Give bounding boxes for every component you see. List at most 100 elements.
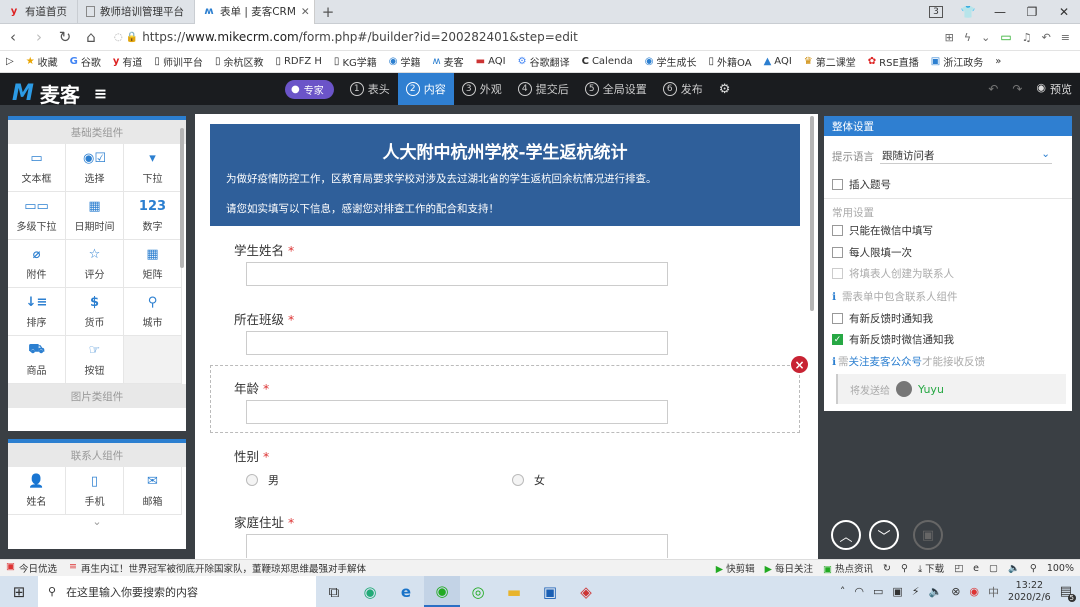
download-item[interactable]: ⤓ 下载 — [918, 561, 944, 575]
url-field[interactable]: ◌ 🔒 https://www.mikecrm.com/form.php#/bu… — [114, 30, 945, 44]
move-up-icon[interactable]: ︿ — [831, 520, 861, 550]
wechat-icon[interactable]: ◎ — [460, 576, 496, 607]
checkbox[interactable] — [832, 313, 843, 324]
text-input[interactable] — [246, 400, 668, 424]
zoom-icon[interactable]: ⚲ — [1030, 563, 1037, 574]
tab-count-badge[interactable]: 3 — [920, 0, 952, 24]
grid-icon[interactable]: ⊞ — [945, 31, 954, 44]
zoom-level[interactable]: 100% — [1047, 563, 1074, 574]
chevron-down-icon[interactable]: ⌄ — [8, 515, 186, 528]
step-after-submit[interactable]: 4 提交后 — [510, 73, 577, 105]
bookmark-item[interactable]: C Calenda — [576, 51, 639, 73]
component-basic-8[interactable]: ▦ 矩阵 — [124, 240, 182, 288]
component-basic-5[interactable]: 123 数字 — [124, 192, 182, 240]
scrollbar[interactable] — [810, 116, 814, 311]
insert-number-option[interactable]: 插入题号 — [832, 177, 891, 192]
component-contact-0[interactable]: 👤 姓名 — [8, 467, 66, 515]
reload-icon[interactable]: ↻ — [52, 24, 78, 51]
menu-icon[interactable]: ≡ — [1061, 31, 1070, 44]
bookmark-item[interactable]: ▲ AQI — [758, 51, 798, 73]
component-basic-6[interactable]: ⌀ 附件 — [8, 240, 66, 288]
daily-follow-item[interactable]: ▶ 每日关注 — [765, 561, 813, 575]
component-basic-12[interactable]: ⛟ 商品 — [8, 336, 66, 384]
app-icon[interactable]: ◈ — [568, 576, 604, 607]
quick-edit-item[interactable]: ▶ 快剪辑 — [716, 561, 755, 575]
window-icon[interactable]: ▢ — [989, 563, 998, 574]
text-input[interactable] — [246, 534, 668, 558]
notification-icon[interactable]: ▤ 5 — [1060, 584, 1076, 602]
radio-option-male[interactable]: 男 — [246, 472, 279, 488]
component-basic-10[interactable]: $ 货币 — [66, 288, 124, 336]
new-tab-button[interactable]: + — [315, 3, 341, 21]
chevron-up-icon[interactable]: ˄ — [840, 585, 846, 598]
news-ticker[interactable]: ≡ 再生内讧！世界冠军被彻底开除国家队，董鞭琼郑思维最强对手解体 — [63, 561, 393, 575]
bookmark-item[interactable]: ▯ 师训平台 — [148, 51, 209, 73]
checkbox[interactable] — [832, 179, 843, 190]
undo-icon[interactable]: ↶ — [1042, 31, 1051, 44]
bookmark-item[interactable]: ▯ KG学籍 — [328, 51, 383, 73]
paint-icon[interactable]: ◰ — [954, 563, 963, 574]
sidebar-toggle-icon[interactable]: ▷ — [0, 51, 20, 73]
bookmark-item[interactable]: ▬ AQI — [470, 51, 512, 73]
preview-button[interactable]: ◉ 预览 — [1036, 81, 1072, 97]
form-header[interactable]: 人大附中杭州学校-学生返杭统计 为做好疫情防控工作，区教育局要求学校对涉及去过湖… — [210, 124, 800, 226]
minimize-icon[interactable]: — — [984, 0, 1016, 24]
checkbox[interactable] — [832, 268, 843, 279]
step-header[interactable]: 1 表头 — [342, 73, 398, 105]
taskbar-search[interactable]: ⚲ 在这里输入你要搜索的内容 — [38, 576, 316, 607]
bookmark-item[interactable]: ▯ 外籍OA — [703, 51, 758, 73]
windows-start-icon[interactable]: ⊞ — [0, 576, 38, 607]
close-window-icon[interactable]: ✕ — [1048, 0, 1080, 24]
volume-icon[interactable]: 🔈 — [1008, 563, 1020, 574]
component-basic-7[interactable]: ☆ 评分 — [66, 240, 124, 288]
browser-360-icon[interactable]: ◉ — [424, 576, 460, 607]
text-input[interactable] — [246, 331, 668, 355]
delete-question-icon[interactable]: × — [791, 356, 808, 373]
lightning-icon[interactable]: ϟ — [964, 31, 971, 44]
question-label[interactable]: 家庭住址 * — [234, 512, 294, 531]
hot-news-item[interactable]: ▣ 热点资讯 — [823, 561, 873, 575]
scrollbar[interactable] — [180, 128, 184, 268]
question-label[interactable]: 所在班级 * — [234, 309, 294, 328]
folder-icon[interactable]: ▬ — [496, 576, 532, 607]
bookmark-item[interactable]: ◉ 学籍 — [383, 51, 427, 73]
input-method-icon[interactable]: 中 — [988, 584, 999, 600]
undo-icon[interactable]: ↶ — [988, 82, 998, 96]
bookmark-item[interactable]: ★ 收藏 — [20, 51, 64, 73]
checkbox[interactable] — [832, 225, 843, 236]
component-basic-4[interactable]: ▦ 日期时间 — [66, 192, 124, 240]
hamburger-menu-icon[interactable]: ≡ — [94, 84, 107, 103]
question-label[interactable]: 性别 * — [234, 446, 269, 465]
bookmark-item[interactable]: ♛ 第二课堂 — [798, 51, 862, 73]
component-basic-2[interactable]: ▾ 下拉 — [124, 144, 182, 192]
refresh-icon[interactable]: ↻ — [883, 563, 891, 574]
bookmark-item[interactable]: ▣ 浙江政务 — [925, 51, 989, 73]
close-circle-icon[interactable]: ⊗ — [951, 585, 960, 598]
bookmarks-more[interactable]: » — [989, 51, 1007, 73]
restore-icon[interactable]: ❐ — [1016, 0, 1048, 24]
checkbox-checked[interactable]: ✓ — [832, 334, 843, 345]
tab-youdao[interactable]: y 有道首页 — [0, 0, 78, 24]
move-down-icon[interactable]: ﹀ — [869, 520, 899, 550]
component-basic-11[interactable]: ⚲ 城市 — [124, 288, 182, 336]
bookmark-item[interactable]: ▯ RDFZ H — [269, 51, 327, 73]
tab-teacher-platform[interactable]: 教师培训管理平台 — [78, 0, 195, 24]
outlook-icon[interactable]: ▣ — [532, 576, 568, 607]
text-input[interactable] — [246, 262, 668, 286]
component-basic-9[interactable]: ↓≡ 排序 — [8, 288, 66, 336]
home-icon[interactable]: ⌂ — [78, 24, 104, 51]
chrome-icon[interactable]: ◉ — [352, 576, 388, 607]
step-appearance[interactable]: 3 外观 — [454, 73, 510, 105]
task-view-icon[interactable]: ⧉ — [316, 576, 352, 607]
back-icon[interactable]: ‹ — [0, 24, 26, 51]
pro-badge[interactable]: ● 专家 — [285, 79, 334, 99]
redo-icon[interactable]: ↷ — [1012, 82, 1022, 96]
component-contact-2[interactable]: ✉ 邮箱 — [124, 467, 182, 515]
create-contact-option[interactable]: 将填表人创建为联系人 — [832, 266, 954, 281]
forward-icon[interactable]: › — [26, 24, 52, 51]
once-per-person-option[interactable]: 每人限填一次 — [832, 245, 912, 260]
pin-icon[interactable]: ⚲ — [901, 563, 908, 574]
bookmark-item[interactable]: ▯ 余杭区教 — [209, 51, 270, 73]
step-global-settings[interactable]: 5 全局设置 — [577, 73, 655, 105]
mikecrm-logo[interactable]: M 麦客 ≡ — [12, 79, 107, 108]
